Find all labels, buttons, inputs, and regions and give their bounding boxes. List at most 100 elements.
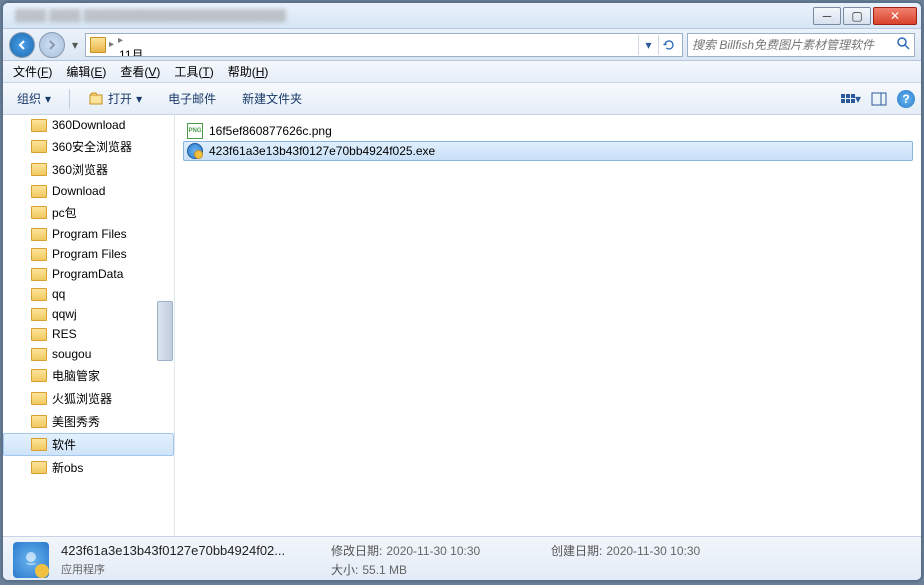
titlebar: ████ ████ ██████████████████████████ ─ ▢…: [3, 3, 921, 29]
file-item[interactable]: 423f61a3e13b43f0127e70bb4924f025.exe: [183, 141, 913, 161]
forward-button[interactable]: [39, 32, 65, 58]
folder-icon: [90, 37, 106, 53]
tree-label: qq: [52, 287, 65, 301]
menu-e[interactable]: 编辑(E): [60, 61, 112, 82]
details-pane: 423f61a3e13b43f0127e70bb4924f02... 修改日期:…: [3, 536, 921, 581]
tree-item[interactable]: 新obs: [3, 456, 174, 479]
folder-icon: [31, 119, 47, 132]
folder-icon: [31, 185, 47, 198]
tree-item[interactable]: 美图秀秀: [3, 410, 174, 433]
folder-icon: [31, 348, 47, 361]
tree-item[interactable]: 360安全浏览器: [3, 135, 174, 158]
new-folder-button[interactable]: 新建文件夹: [234, 86, 310, 111]
refresh-icon: [662, 38, 676, 52]
organize-button[interactable]: 组织 ▾: [9, 86, 59, 111]
tree-label: 火狐浏览器: [52, 390, 112, 407]
tree-item[interactable]: ProgramData: [3, 264, 174, 284]
arrow-left-icon: [16, 39, 28, 51]
view-button[interactable]: ▾: [841, 89, 861, 109]
folder-icon: [31, 268, 47, 281]
menu-v[interactable]: 查看(V): [114, 61, 166, 82]
folder-icon: [31, 415, 47, 428]
tree-item[interactable]: RES: [3, 324, 174, 344]
tree-item[interactable]: 电脑管家: [3, 364, 174, 387]
arrow-right-icon: [46, 39, 58, 51]
minimize-button[interactable]: ─: [813, 7, 841, 25]
preview-icon: [871, 92, 887, 106]
folder-icon: [31, 392, 47, 405]
maximize-button[interactable]: ▢: [843, 7, 871, 25]
file-name: 423f61a3e13b43f0127e70bb4924f025.exe: [209, 144, 435, 158]
address-bar[interactable]: ▸ 计算机▸本地磁盘 (D:)▸软件▸11月▸30▸Billfish免费图片素材…: [85, 33, 683, 57]
refresh-button[interactable]: [658, 35, 678, 55]
png-icon: PNG: [187, 123, 203, 139]
address-dropdown[interactable]: ▾: [638, 35, 658, 55]
tree-item[interactable]: 360Download: [3, 115, 174, 135]
tree-label: ProgramData: [52, 267, 123, 281]
file-item[interactable]: PNG16f5ef860877626c.png: [183, 121, 913, 141]
tree-item[interactable]: Program Files: [3, 224, 174, 244]
preview-pane-button[interactable]: [869, 89, 889, 109]
tree-label: Program Files: [52, 227, 127, 241]
titlebar-blur: ████ ████ ██████████████████████████: [7, 10, 813, 22]
tree-label: 新obs: [52, 459, 83, 476]
search-icon[interactable]: [896, 36, 910, 53]
folder-icon: [31, 288, 47, 301]
file-thumbnail: [13, 542, 49, 578]
menubar: 文件(F)编辑(E)查看(V)工具(T)帮助(H): [3, 61, 921, 83]
tree-item[interactable]: qq: [3, 284, 174, 304]
chevron-right-icon[interactable]: ▸: [108, 39, 115, 50]
back-button[interactable]: [9, 32, 35, 58]
tree-item[interactable]: 软件: [3, 433, 174, 456]
status-created: 创建日期:2020-11-30 10:30: [551, 542, 751, 559]
folder-icon: [31, 461, 47, 474]
tree-label: RES: [52, 327, 77, 341]
exe-icon: [187, 143, 203, 159]
scrollbar-thumb[interactable]: [157, 301, 173, 361]
tree-label: 软件: [52, 436, 76, 453]
view-icon: [841, 94, 855, 103]
menu-h[interactable]: 帮助(H): [222, 61, 275, 82]
tree-item[interactable]: 360浏览器: [3, 158, 174, 181]
breadcrumb-item[interactable]: 11月: [117, 46, 276, 57]
folder-icon: [31, 438, 47, 451]
tree-label: pc包: [52, 204, 77, 221]
navbar: ▾ ▸ 计算机▸本地磁盘 (D:)▸软件▸11月▸30▸Billfish免费图片…: [3, 29, 921, 61]
menu-t[interactable]: 工具(T): [168, 61, 219, 82]
tree-label: Program Files: [52, 247, 127, 261]
tree-label: 电脑管家: [52, 367, 100, 384]
tree-item[interactable]: Download: [3, 181, 174, 201]
history-dropdown[interactable]: ▾: [69, 35, 81, 55]
folder-icon: [31, 228, 47, 241]
tree-item[interactable]: 火狐浏览器: [3, 387, 174, 410]
folder-icon: [31, 163, 47, 176]
folder-icon: [31, 248, 47, 261]
search-box[interactable]: [687, 33, 915, 57]
tree-label: 360Download: [52, 118, 125, 132]
folder-icon: [31, 328, 47, 341]
search-input[interactable]: [692, 38, 896, 52]
tree-label: qqwj: [52, 307, 77, 321]
tree-label: 360浏览器: [52, 161, 108, 178]
help-button[interactable]: ?: [897, 90, 915, 108]
folder-tree[interactable]: 360Download 360安全浏览器 360浏览器 Download pc包 Prog…: [3, 115, 175, 536]
exe-icon: [20, 549, 42, 571]
tree-item[interactable]: sougou: [3, 344, 174, 364]
status-filetype: 应用程序: [61, 561, 311, 577]
content-area: 360Download 360安全浏览器 360浏览器 Download pc包 Prog…: [3, 115, 921, 536]
close-button[interactable]: ✕: [873, 7, 917, 25]
open-button[interactable]: 打开 ▾: [80, 86, 150, 111]
menu-f[interactable]: 文件(F): [7, 61, 58, 82]
tree-item[interactable]: Program Files: [3, 244, 174, 264]
tree-label: sougou: [52, 347, 91, 361]
tree-item[interactable]: qqwj: [3, 304, 174, 324]
file-list[interactable]: PNG16f5ef860877626c.png 423f61a3e13b43f01…: [175, 115, 921, 536]
chevron-right-icon[interactable]: ▸: [117, 35, 124, 46]
email-button[interactable]: 电子邮件: [160, 86, 224, 111]
open-icon: [88, 91, 104, 107]
explorer-window: ████ ████ ██████████████████████████ ─ ▢…: [2, 2, 922, 581]
status-filename: 423f61a3e13b43f0127e70bb4924f02...: [61, 543, 311, 558]
tree-item[interactable]: pc包: [3, 201, 174, 224]
folder-icon: [31, 308, 47, 321]
status-modified: 修改日期:2020-11-30 10:30: [331, 542, 531, 559]
